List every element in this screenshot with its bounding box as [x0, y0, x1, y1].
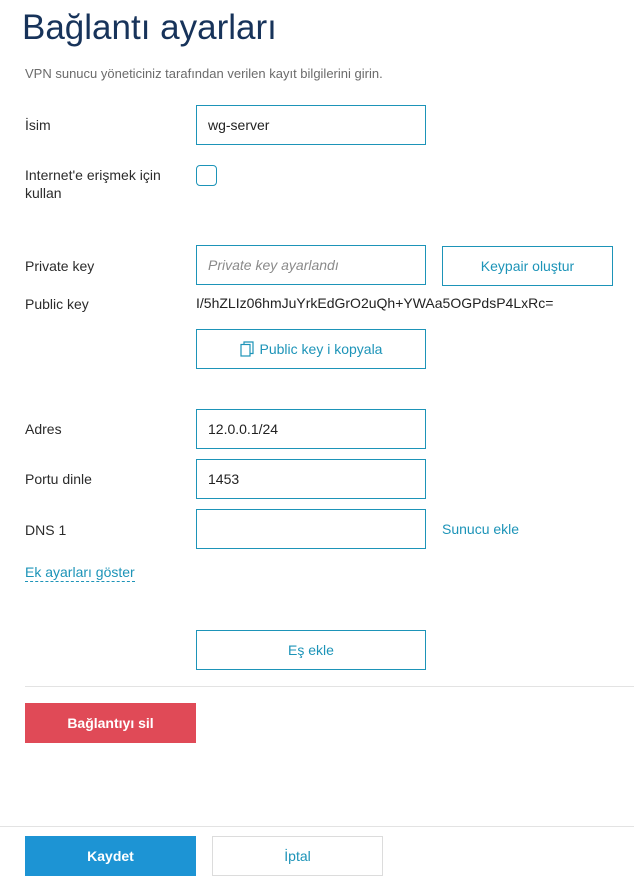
private-key-label: Private key	[25, 258, 95, 274]
save-button[interactable]: Kaydet	[25, 836, 196, 876]
copy-public-key-button[interactable]: Public key i kopyala	[196, 329, 426, 369]
listen-port-input[interactable]	[196, 459, 426, 499]
footer-divider	[0, 826, 634, 827]
page-subtitle: VPN sunucu yöneticiniz tarafından verile…	[25, 66, 383, 81]
page-title: Bağlantı ayarları	[22, 8, 277, 47]
internet-access-checkbox[interactable]	[196, 165, 217, 186]
address-input[interactable]	[196, 409, 426, 449]
private-key-input[interactable]	[196, 245, 426, 285]
copy-public-key-label: Public key i kopyala	[259, 341, 383, 357]
listen-port-label: Portu dinle	[25, 471, 92, 487]
internet-access-label: Internet'e erişmek için kullan	[25, 167, 161, 201]
copy-icon	[239, 341, 254, 357]
add-peer-button[interactable]: Eş ekle	[196, 630, 426, 670]
add-server-link[interactable]: Sunucu ekle	[442, 521, 519, 537]
address-label: Adres	[25, 421, 62, 437]
public-key-label: Public key	[25, 296, 89, 312]
name-label: İsim	[25, 117, 51, 133]
dns1-input[interactable]	[196, 509, 426, 549]
show-more-settings-link[interactable]: Ek ayarları göster	[25, 564, 135, 582]
dns1-label: DNS 1	[25, 522, 67, 538]
delete-connection-button[interactable]: Bağlantıyı sil	[25, 703, 196, 743]
public-key-value: I/5hZLIz06hmJuYrkEdGrO2uQh+YWAa5OGPdsP4L…	[196, 295, 554, 311]
cancel-button[interactable]: İptal	[212, 836, 383, 876]
keypair-generate-button[interactable]: Keypair oluştur	[442, 246, 613, 286]
section-divider	[25, 686, 634, 687]
name-input[interactable]	[196, 105, 426, 145]
